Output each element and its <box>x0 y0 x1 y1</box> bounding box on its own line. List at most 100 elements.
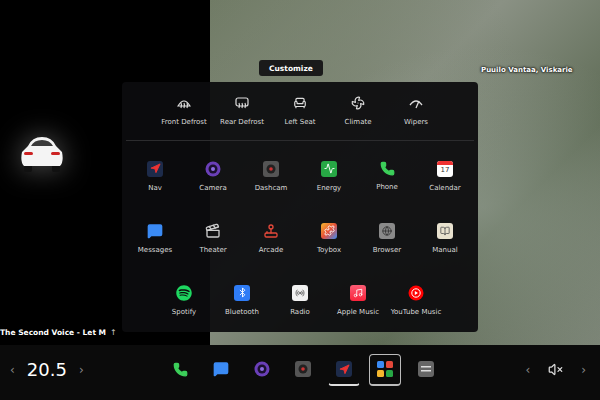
car-view[interactable] <box>12 118 72 190</box>
wipers-icon <box>409 96 423 110</box>
apple-music-icon <box>350 285 366 301</box>
app-item[interactable]: Energy <box>300 161 358 192</box>
climate-control: ‹ 20.5 › <box>8 359 158 380</box>
camera-icon <box>254 361 270 377</box>
app-label: Apple Music <box>337 308 379 316</box>
nav-icon <box>147 161 163 177</box>
front-defrost-icon <box>177 96 191 110</box>
spotify-icon <box>176 285 192 301</box>
dock-item[interactable] <box>164 354 196 386</box>
dock-item[interactable] <box>205 354 237 386</box>
rear-defrost-icon <box>235 96 249 110</box>
app-label: Energy <box>317 184 342 192</box>
media-player[interactable]: The Second Voice - Let M ↑ <box>0 325 118 339</box>
calendar-date: 17 <box>437 165 453 177</box>
apps-icon <box>376 360 394 378</box>
quick-control[interactable]: Wipers <box>387 96 445 126</box>
app-row: Spotify Bluetooth Radio Apple Music YouTube … <box>126 269 474 331</box>
phone-icon <box>380 161 395 176</box>
youtube-music-icon <box>408 285 424 301</box>
toybox-icon <box>321 223 337 239</box>
app-label: Browser <box>373 246 401 254</box>
manual-icon <box>437 223 453 239</box>
messages-icon <box>147 223 163 239</box>
temperature-decrease[interactable]: ‹ <box>8 363 17 377</box>
nav-icon <box>336 361 352 377</box>
app-launcher: Front Defrost Rear Defrost Left Seat Climat… <box>122 82 478 332</box>
app-item[interactable]: Bluetooth <box>213 285 271 316</box>
browser-icon <box>379 223 395 239</box>
more-icon <box>418 361 434 377</box>
quick-control[interactable]: Front Defrost <box>155 96 213 126</box>
app-grid: NavCamera Dashcam Energy Phone 17 Calendar Mes… <box>126 141 474 331</box>
bottom-bar: ‹20.5›‹› <box>0 345 600 400</box>
app-label: Arcade <box>259 246 283 254</box>
dashcam-icon <box>295 361 311 377</box>
app-item[interactable]: 17 Calendar <box>416 161 474 192</box>
app-item[interactable]: Radio <box>271 285 329 316</box>
car-screen: The Second Voice - Let M ↑ Puuilo Vantaa, … <box>0 0 600 400</box>
app-item[interactable]: Arcade <box>242 223 300 254</box>
radio-icon <box>292 285 308 301</box>
dashcam-icon <box>263 161 279 177</box>
temperature-increase[interactable]: › <box>77 363 86 377</box>
app-item[interactable]: Dashcam <box>242 161 300 192</box>
volume-increase[interactable]: › <box>579 363 588 377</box>
arcade-icon <box>263 223 279 239</box>
quick-control-label: Wipers <box>404 118 428 126</box>
quick-control[interactable]: Climate <box>329 96 387 126</box>
calendar-icon: 17 <box>437 161 453 177</box>
app-label: Bluetooth <box>225 308 259 316</box>
quick-control[interactable]: Rear Defrost <box>213 96 271 126</box>
app-item[interactable]: Toybox <box>300 223 358 254</box>
customize-button[interactable]: Customize <box>259 60 323 76</box>
theater-icon <box>205 223 221 239</box>
dock <box>158 354 523 386</box>
app-label: Theater <box>199 246 226 254</box>
quick-controls: Front Defrost Rear Defrost Left Seat Climat… <box>126 96 474 141</box>
app-item[interactable]: Theater <box>184 223 242 254</box>
dock-item[interactable] <box>410 354 442 386</box>
app-row: Messages Theater Arcade Toybox Browser Manual <box>126 207 474 269</box>
volume-decrease[interactable]: ‹ <box>523 363 532 377</box>
app-item[interactable]: Browser <box>358 223 416 254</box>
app-label: YouTube Music <box>391 308 442 316</box>
volume-control: ‹› <box>523 362 588 377</box>
media-title: The Second Voice - Let M <box>0 328 106 337</box>
app-item[interactable]: YouTube Music <box>387 285 445 316</box>
quick-control-label: Climate <box>345 118 372 126</box>
dock-item[interactable] <box>246 354 278 386</box>
app-item[interactable]: Camera <box>184 161 242 192</box>
app-label: Spotify <box>172 308 196 316</box>
fan-icon <box>351 96 365 110</box>
quick-control-label: Front Defrost <box>161 118 207 126</box>
temperature[interactable]: 20.5 <box>27 359 67 380</box>
media-expand[interactable]: ↑ <box>110 328 117 337</box>
app-label: Dashcam <box>255 184 288 192</box>
main-area: The Second Voice - Let M ↑ Puuilo Vantaa, … <box>0 0 600 345</box>
app-label: Calendar <box>429 184 460 192</box>
mute-button[interactable] <box>548 362 563 377</box>
app-item[interactable]: Spotify <box>155 285 213 316</box>
seat-icon <box>293 96 307 110</box>
app-item[interactable]: Manual <box>416 223 474 254</box>
dock-item[interactable] <box>328 354 360 386</box>
dock-item[interactable] <box>287 354 319 386</box>
app-label: Radio <box>290 308 310 316</box>
app-item[interactable]: Apple Music <box>329 285 387 316</box>
quick-control[interactable]: Left Seat <box>271 96 329 126</box>
app-label: Messages <box>138 246 172 254</box>
app-label: Phone <box>376 183 398 191</box>
map-label: Puuilo Vantaa, Viskarie <box>481 66 573 74</box>
dock-item[interactable] <box>369 354 401 386</box>
quick-control-label: Left Seat <box>284 118 315 126</box>
energy-icon <box>321 161 337 177</box>
muted-speaker-icon <box>548 362 563 377</box>
app-item[interactable]: Phone <box>358 161 416 191</box>
bluetooth-icon <box>234 285 250 301</box>
app-label: Toybox <box>317 246 341 254</box>
camera-icon <box>205 161 221 177</box>
app-item[interactable]: Messages <box>126 223 184 254</box>
app-row: NavCamera Dashcam Energy Phone 17 Calendar <box>126 145 474 207</box>
app-item[interactable]: Nav <box>126 161 184 192</box>
